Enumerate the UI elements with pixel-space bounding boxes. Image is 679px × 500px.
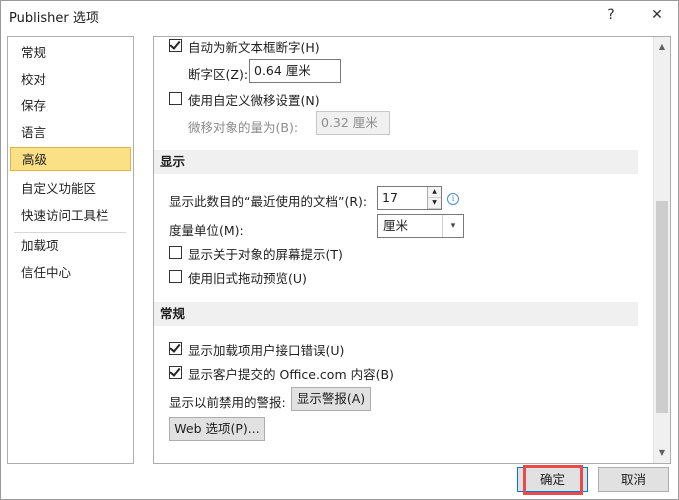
recent-docs-spinner[interactable]: ▲ ▼ — [427, 187, 441, 209]
recent-docs-label: 显示此数目的“最近使用的文档”(R): — [169, 194, 368, 209]
content-scrollbar[interactable]: ▲ ▼ — [653, 37, 670, 463]
hyphen-zone-label: 断字区(Z): — [188, 67, 249, 82]
close-icon[interactable]: ✕ — [646, 4, 668, 26]
auto-hyphenate-checkbox[interactable] — [169, 38, 182, 52]
nav-item-advanced[interactable]: 高级 — [10, 147, 131, 171]
cancel-button[interactable]: 取消 — [598, 467, 669, 492]
old-drag-preview-checkbox[interactable] — [169, 270, 182, 283]
nav-item-customize-ribbon[interactable]: 自定义功能区 — [8, 177, 131, 201]
options-nav: 常规 校对 保存 语言 高级 自定义功能区 快速访问工具栏 加载项 信任中心 — [7, 36, 134, 464]
nav-divider — [14, 232, 126, 233]
measurement-unit-select[interactable]: 厘米 ▾ — [377, 214, 464, 238]
old-drag-preview-label: 使用旧式拖动预览(U) — [188, 271, 307, 286]
chevron-down-icon[interactable]: ▾ — [442, 215, 463, 237]
nudge-amount-label: 微移对象的量为(B): — [188, 120, 299, 135]
scroll-up-icon[interactable]: ▲ — [654, 39, 670, 55]
nav-item-trust-center[interactable]: 信任中心 — [8, 261, 131, 285]
screentips-checkbox[interactable] — [169, 246, 182, 259]
ok-button[interactable]: 确定 — [517, 467, 588, 492]
disabled-alerts-label: 显示以前禁用的警报: — [169, 395, 286, 410]
measurement-unit-label: 度量单位(M): — [169, 223, 244, 238]
web-options-button[interactable]: Web 选项(P)... — [169, 417, 265, 441]
info-icon[interactable]: i — [447, 193, 459, 205]
recent-docs-input[interactable]: 17 ▲ ▼ — [377, 186, 442, 210]
office-content-checkbox[interactable] — [169, 365, 182, 379]
recent-docs-value: 17 — [382, 190, 398, 205]
window-title: Publisher 选项 — [9, 11, 99, 26]
nav-item-general[interactable]: 常规 — [8, 41, 131, 65]
custom-nudge-label: 使用自定义微移设置(N) — [188, 93, 320, 108]
nav-item-proofing[interactable]: 校对 — [8, 68, 131, 92]
help-icon[interactable]: ? — [600, 4, 622, 26]
custom-nudge-checkbox[interactable] — [169, 92, 182, 105]
scrollbar-thumb[interactable] — [656, 201, 668, 413]
addin-errors-checkbox[interactable] — [169, 341, 182, 355]
title-bar: Publisher 选项 ? ✕ — [0, 0, 679, 30]
nudge-amount-input: 0.32 厘米 — [316, 111, 390, 135]
spin-down-icon[interactable]: ▼ — [428, 198, 441, 209]
general-section-header: 常规 — [154, 302, 638, 326]
office-content-label: 显示客户提交的 Office.com 内容(B) — [188, 367, 394, 382]
display-section-header: 显示 — [154, 150, 638, 174]
show-alerts-button[interactable]: 显示警报(A) — [291, 387, 371, 411]
nav-item-quick-access-toolbar[interactable]: 快速访问工具栏 — [8, 204, 131, 228]
hyphen-zone-input[interactable]: 0.64 厘米 — [249, 59, 341, 83]
spin-up-icon[interactable]: ▲ — [428, 187, 441, 198]
addin-errors-label: 显示加载项用户接口错误(U) — [188, 343, 345, 358]
screentips-label: 显示关于对象的屏幕提示(T) — [188, 247, 343, 262]
scroll-down-icon[interactable]: ▼ — [654, 445, 670, 461]
nav-item-save[interactable]: 保存 — [8, 94, 131, 118]
nav-item-language[interactable]: 语言 — [8, 121, 131, 145]
advanced-options-panel: 自动为新文本框断字(H) 断字区(Z): 0.64 厘米 使用自定义微移设置(N… — [153, 36, 671, 464]
nav-item-addins[interactable]: 加载项 — [8, 234, 131, 258]
auto-hyphenate-label: 自动为新文本框断字(H) — [188, 40, 320, 55]
measurement-unit-value: 厘米 — [383, 218, 409, 233]
